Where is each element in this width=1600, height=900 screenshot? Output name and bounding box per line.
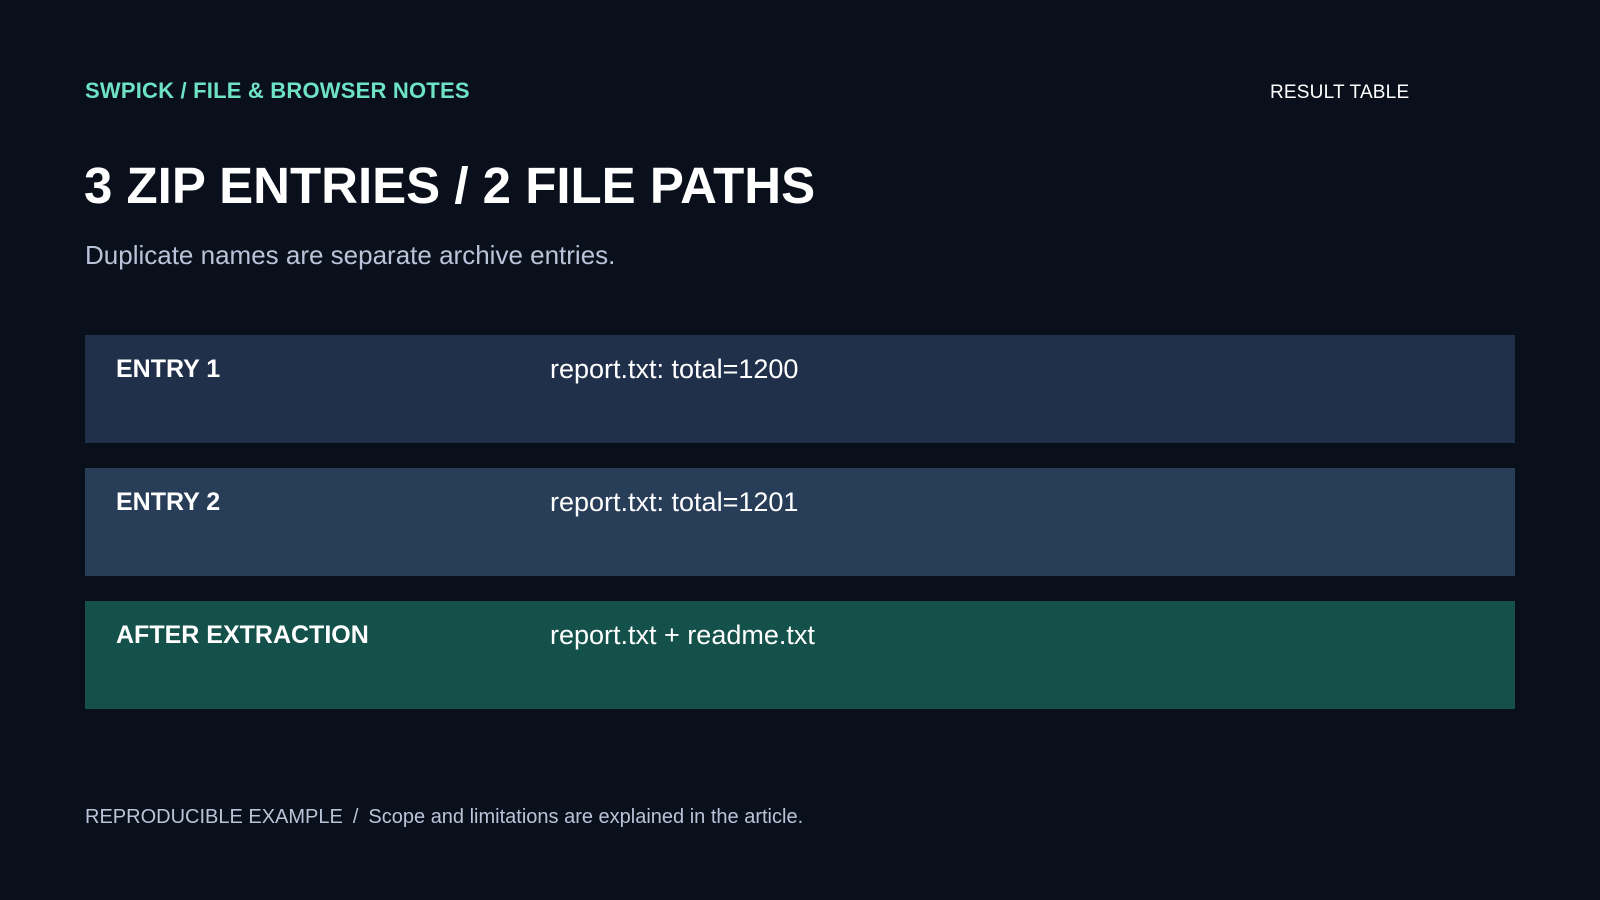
- brand-breadcrumb: SWPICK / FILE & BROWSER NOTES: [85, 78, 470, 103]
- footer-text: Scope and limitations are explained in t…: [368, 806, 804, 828]
- table-row-entry-2: ENTRY 2 report.txt: total=1201: [85, 468, 1515, 576]
- row-value: report.txt + readme.txt: [550, 620, 815, 650]
- row-label: ENTRY 2: [116, 488, 221, 516]
- footer-note: REPRODUCIBLE EXAMPLE / Scope and limitatio…: [85, 806, 803, 829]
- footer-label: REPRODUCIBLE EXAMPLE: [85, 806, 343, 828]
- footer-separator: /: [352, 806, 359, 828]
- result-table-tag: RESULT TABLE: [1270, 82, 1410, 103]
- table-row-after-extraction: AFTER EXTRACTION report.txt + readme.txt: [85, 601, 1515, 709]
- page-subtitle: Duplicate names are separate archive ent…: [85, 240, 616, 270]
- table-row-entry-1: ENTRY 1 report.txt: total=1200: [85, 335, 1515, 443]
- result-table: ENTRY 1 report.txt: total=1200 ENTRY 2 r…: [85, 335, 1515, 734]
- row-label: AFTER EXTRACTION: [116, 621, 369, 649]
- row-label: ENTRY 1: [116, 355, 221, 383]
- row-value: report.txt: total=1201: [550, 487, 799, 517]
- row-value: report.txt: total=1200: [550, 354, 799, 384]
- page-title: 3 ZIP ENTRIES / 2 FILE PATHS: [84, 157, 816, 214]
